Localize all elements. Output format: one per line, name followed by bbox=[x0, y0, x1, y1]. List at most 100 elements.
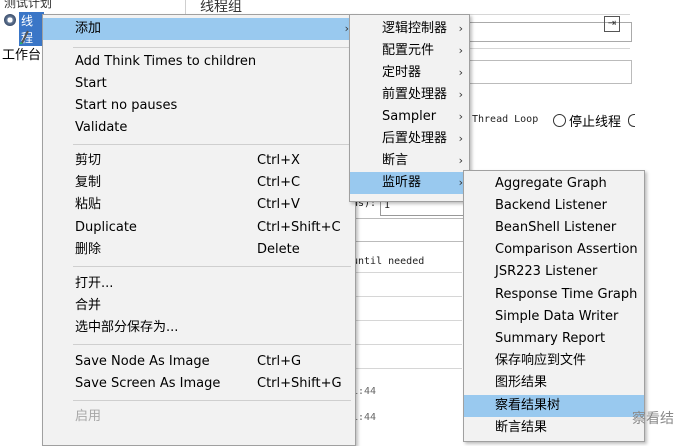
listener-item-backend-listener[interactable]: Backend Listener bbox=[464, 195, 644, 217]
menu-separator bbox=[73, 344, 351, 345]
menu-item-duplicate[interactable]: Duplicate Ctrl+Shift+C bbox=[43, 217, 355, 239]
menu-item-label: Add Think Times to children bbox=[75, 54, 257, 69]
submenu-arrow-icon: › bbox=[458, 132, 463, 145]
watermark-text: 察看结 bbox=[632, 411, 674, 427]
menu-item-label: Validate bbox=[75, 120, 128, 135]
divider bbox=[352, 344, 462, 345]
divider bbox=[352, 296, 462, 297]
menu-item-label: Save Screen As Image bbox=[75, 376, 221, 391]
listener-item-response-time-graph[interactable]: Response Time Graph bbox=[464, 284, 644, 306]
listener-item-view-results-tree[interactable]: 察看结果树 bbox=[464, 395, 644, 417]
tree-root-label[interactable]: 测试计划 bbox=[4, 0, 52, 11]
submenu-arrow-icon: › bbox=[458, 88, 463, 101]
radio-button[interactable] bbox=[628, 114, 635, 127]
listener-item-save-responses[interactable]: 保存响应到文件 bbox=[464, 350, 644, 372]
menu-item-label: 后置处理器 bbox=[382, 131, 448, 146]
loop-count-field[interactable] bbox=[352, 218, 464, 242]
menu-item-validate[interactable]: Validate bbox=[43, 117, 355, 139]
thread-group-icon bbox=[4, 14, 16, 26]
submenu-item-post-processor[interactable]: 后置处理器 › bbox=[350, 128, 469, 150]
menu-item-label: Aggregate Graph bbox=[495, 176, 607, 191]
workbench-icon bbox=[20, 30, 29, 44]
menu-shortcut: Ctrl+V bbox=[257, 197, 300, 212]
menu-shortcut: Ctrl+X bbox=[257, 153, 300, 168]
menu-shortcut: Ctrl+Shift+G bbox=[257, 376, 342, 391]
listener-item-comparison-assertion[interactable]: Comparison Assertion bbox=[464, 239, 644, 261]
menu-item-add[interactable]: 添加 › bbox=[43, 18, 355, 40]
menu-item-label: 前置处理器 bbox=[382, 87, 448, 102]
menu-item-label: Sampler bbox=[382, 109, 437, 124]
listener-item-beanshell-listener[interactable]: BeanShell Listener bbox=[464, 217, 644, 239]
listener-item-summary-report[interactable]: Summary Report bbox=[464, 328, 644, 350]
menu-item-delete[interactable]: 删除 Delete bbox=[43, 239, 355, 261]
menu-item-copy[interactable]: 复制 Ctrl+C bbox=[43, 172, 355, 194]
submenu-item-logic-controller[interactable]: 逻辑控制器 › bbox=[350, 18, 469, 40]
menu-item-label: Save Node As Image bbox=[75, 354, 210, 369]
menu-item-label: 删除 bbox=[75, 242, 102, 257]
listener-item-aggregate-graph[interactable]: Aggregate Graph bbox=[464, 173, 644, 195]
menu-item-label: 打开... bbox=[75, 276, 114, 291]
menu-item-add-think-times[interactable]: Add Think Times to children bbox=[43, 51, 355, 73]
stop-thread-radio[interactable] bbox=[553, 114, 566, 127]
test-plan-tree bbox=[0, 0, 44, 432]
menu-item-label: 添加 bbox=[75, 21, 102, 36]
menu-item-label: 启用 bbox=[75, 409, 102, 424]
menu-item-label: JSR223 Listener bbox=[495, 264, 598, 279]
menu-item-save-screen-image[interactable]: Save Screen As Image Ctrl+Shift+G bbox=[43, 373, 355, 395]
menu-item-cut[interactable]: 剪切 Ctrl+X bbox=[43, 150, 355, 172]
menu-item-label: 复制 bbox=[75, 175, 102, 190]
menu-item-label: Simple Data Writer bbox=[495, 309, 619, 324]
submenu-item-config-element[interactable]: 配置元件 › bbox=[350, 40, 469, 62]
menu-item-open[interactable]: 打开... bbox=[43, 273, 355, 295]
menu-item-label: 定时器 bbox=[382, 65, 422, 80]
submenu-item-timer[interactable]: 定时器 › bbox=[350, 62, 469, 84]
menu-item-save-node-image[interactable]: Save Node As Image Ctrl+G bbox=[43, 351, 355, 373]
menu-item-label: 保存响应到文件 bbox=[495, 353, 587, 368]
menu-item-label: BeanShell Listener bbox=[495, 220, 617, 235]
menu-item-label: Start no pauses bbox=[75, 98, 178, 113]
menu-item-merge[interactable]: 合并 bbox=[43, 295, 355, 317]
submenu-item-listener[interactable]: 监听器 › bbox=[350, 172, 469, 194]
submenu-item-pre-processor[interactable]: 前置处理器 › bbox=[350, 84, 469, 106]
menu-item-start[interactable]: Start bbox=[43, 73, 355, 95]
submenu-item-assertion[interactable]: 断言 › bbox=[350, 150, 469, 172]
menu-item-paste[interactable]: 粘贴 Ctrl+V bbox=[43, 194, 355, 216]
until-needed-label: until needed bbox=[352, 256, 425, 267]
menu-shortcut: Ctrl+G bbox=[257, 354, 302, 369]
menu-shortcut: Ctrl+Shift+C bbox=[257, 220, 341, 235]
listener-submenu: Aggregate Graph Backend Listener BeanShe… bbox=[463, 170, 645, 442]
menu-item-label: 断言结果 bbox=[495, 420, 548, 435]
menu-item-label: Backend Listener bbox=[495, 198, 608, 213]
stop-thread-label: 停止线程 bbox=[569, 115, 622, 130]
menu-item-start-no-pauses[interactable]: Start no pauses bbox=[43, 95, 355, 117]
menu-shortcut: Ctrl+C bbox=[257, 175, 301, 190]
menu-separator bbox=[73, 47, 351, 48]
add-submenu: 逻辑控制器 › 配置元件 › 定时器 › 前置处理器 › Sampler › 后… bbox=[349, 14, 470, 202]
divider bbox=[352, 320, 462, 321]
menu-shortcut: Delete bbox=[257, 242, 300, 257]
menu-item-label: 察看结果树 bbox=[495, 398, 561, 413]
menu-item-label: Duplicate bbox=[75, 220, 137, 235]
listener-item-jsr223-listener[interactable]: JSR223 Listener bbox=[464, 261, 644, 283]
menu-item-label: Response Time Graph bbox=[495, 287, 638, 302]
exit-icon[interactable]: ⇥ bbox=[604, 16, 620, 32]
listener-item-assertion-results[interactable]: 断言结果 bbox=[464, 417, 644, 439]
tree-item-workbench[interactable]: 工作台 bbox=[2, 44, 41, 63]
menu-item-save-selection[interactable]: 选中部分保存为... bbox=[43, 317, 355, 339]
menu-item-label: 监听器 bbox=[382, 175, 422, 190]
menu-item-label: 剪切 bbox=[75, 153, 102, 168]
submenu-arrow-icon: › bbox=[458, 110, 463, 123]
thread-loop-label: Thread Loop bbox=[472, 114, 539, 125]
submenu-arrow-icon: › bbox=[458, 44, 463, 57]
menu-item-enable[interactable]: 启用 bbox=[43, 406, 355, 428]
listener-item-graph-results[interactable]: 图形结果 bbox=[464, 372, 644, 394]
menu-item-label: 断言 bbox=[382, 153, 409, 168]
divider bbox=[352, 368, 462, 369]
menu-item-label: 选中部分保存为... bbox=[75, 320, 179, 335]
menu-separator bbox=[73, 266, 351, 267]
submenu-arrow-icon: › bbox=[458, 22, 463, 35]
listener-item-simple-data-writer[interactable]: Simple Data Writer bbox=[464, 306, 644, 328]
submenu-item-sampler[interactable]: Sampler › bbox=[350, 106, 469, 128]
tree-item-thread-group[interactable]: 线程 bbox=[4, 12, 44, 46]
menu-separator bbox=[73, 144, 351, 145]
